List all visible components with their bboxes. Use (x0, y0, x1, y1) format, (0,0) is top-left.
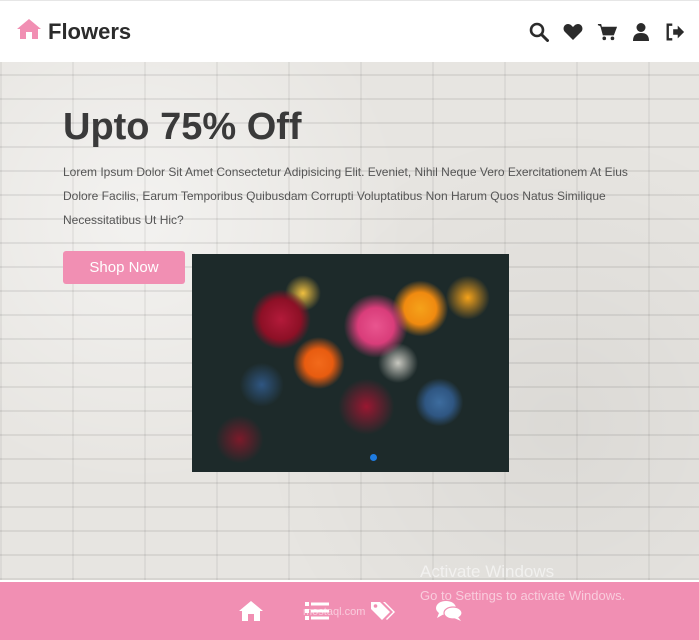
heart-icon[interactable] (563, 22, 583, 42)
activate-windows-subtitle: Go to Settings to activate Windows. (420, 588, 626, 603)
hero-description: Lorem Ipsum Dolor Sit Amet Consectetur A… (63, 165, 628, 227)
top-navbar: Flowers (0, 0, 699, 62)
hero-title: Upto 75% Off (63, 106, 302, 148)
tags-icon[interactable] (368, 596, 398, 626)
home-icon[interactable] (236, 596, 266, 626)
brand-logo[interactable]: Flowers (16, 18, 131, 45)
header-icon-bar (529, 22, 685, 42)
cart-icon[interactable] (597, 22, 617, 42)
flower-bouquet-image (192, 254, 509, 472)
site-watermark: mostaql.com (303, 606, 366, 618)
sign-out-icon[interactable] (665, 22, 685, 42)
activate-windows-title: Activate Windows (420, 562, 555, 581)
slider-dot-active[interactable] (370, 454, 377, 461)
brand-name: Flowers (48, 18, 132, 44)
home-icon (16, 18, 42, 45)
user-icon[interactable] (631, 22, 651, 42)
shop-now-button[interactable]: Shop Now (63, 251, 185, 284)
activate-windows-overlay: Activate Windows Go to Settings to activ… (420, 562, 690, 603)
search-icon[interactable] (529, 22, 549, 42)
